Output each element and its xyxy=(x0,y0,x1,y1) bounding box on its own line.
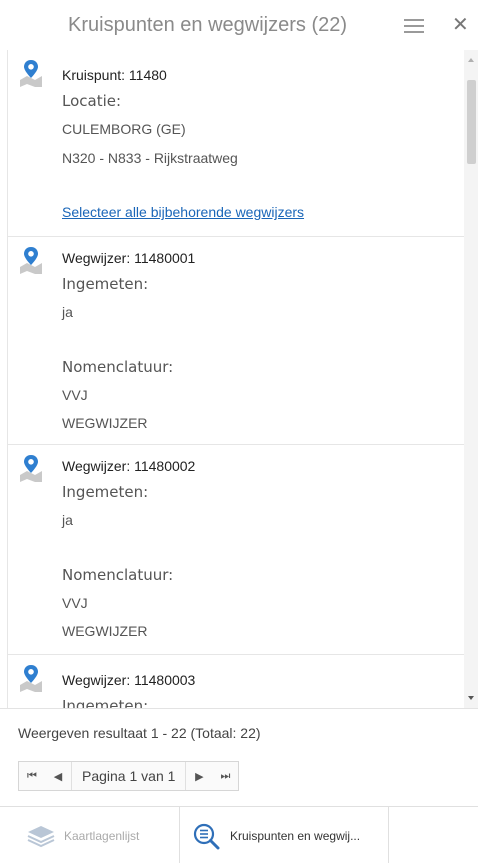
map-pin-icon xyxy=(20,60,42,87)
pager: ⏮ ◀ Pagina 1 van 1 ▶ ⏭ xyxy=(18,761,240,791)
list-item[interactable]: Kruispunt: 11480 Locatie: CULEMBORG (GE)… xyxy=(8,50,465,237)
item-value: N320 - N833 - Rijkstraatweg xyxy=(62,150,238,166)
item-title: Kruispunt: 11480 xyxy=(62,67,167,83)
page-indicator: Pagina 1 van 1 xyxy=(71,762,187,790)
item-label: Nomenclatuur: xyxy=(62,358,174,376)
search-list-icon xyxy=(193,823,220,850)
bottom-tabs: Kaartlagenlijst Kruispunten en wegwij... xyxy=(0,806,478,863)
list-item[interactable]: Wegwijzer: 11480001 Ingemeten: ja Nomenc… xyxy=(8,237,465,445)
last-page-button[interactable]: ⏭ xyxy=(212,762,238,790)
list-item[interactable]: Wegwijzer: 11480003 Ingemeten: xyxy=(8,655,465,708)
item-value: CULEMBORG (GE) xyxy=(62,121,186,137)
first-page-button[interactable]: ⏮ xyxy=(19,762,45,790)
item-title: Wegwijzer: 11480002 xyxy=(62,458,196,474)
result-count: Weergeven resultaat 1 - 22 (Totaal: 22) xyxy=(18,725,261,741)
item-value: ja xyxy=(62,512,73,528)
tab-label: Kaartlagenlijst xyxy=(64,829,140,843)
prev-page-button[interactable]: ◀ xyxy=(45,762,71,790)
menu-icon[interactable] xyxy=(404,19,424,33)
scrollbar[interactable] xyxy=(464,50,478,708)
item-label: Nomenclatuur: xyxy=(62,566,174,584)
panel-footer: Weergeven resultaat 1 - 22 (Totaal: 22) … xyxy=(0,708,478,863)
select-signposts-link[interactable]: Selecteer alle bijbehorende wegwijzers xyxy=(62,204,304,220)
item-value: ja xyxy=(62,304,73,320)
item-label: Ingemeten: xyxy=(62,275,149,293)
next-page-button[interactable]: ▶ xyxy=(186,762,212,790)
close-icon[interactable]: ✕ xyxy=(452,12,469,37)
item-label: Ingemeten: xyxy=(62,483,149,501)
item-title: Wegwijzer: 11480003 xyxy=(62,672,196,688)
scroll-down-icon[interactable] xyxy=(468,696,474,700)
layers-icon xyxy=(27,826,55,848)
tab-label: Kruispunten en wegwij... xyxy=(230,829,361,843)
list-item[interactable]: Wegwijzer: 11480002 Ingemeten: ja Nomenc… xyxy=(8,445,465,655)
result-list[interactable]: Kruispunt: 11480 Locatie: CULEMBORG (GE)… xyxy=(7,50,478,708)
tab-kaartlagenlijst[interactable]: Kaartlagenlijst xyxy=(18,807,180,863)
map-pin-icon xyxy=(20,247,42,274)
scrollbar-thumb[interactable] xyxy=(467,80,476,164)
item-value: WEGWIJZER xyxy=(62,623,148,639)
item-value: VVJ xyxy=(62,595,88,611)
item-value: VVJ xyxy=(62,387,88,403)
map-pin-icon xyxy=(20,455,42,482)
scroll-up-icon[interactable] xyxy=(468,58,474,62)
tab-kruispunten[interactable]: Kruispunten en wegwij... xyxy=(180,807,389,863)
item-label: Ingemeten: xyxy=(62,697,149,708)
item-title: Wegwijzer: 11480001 xyxy=(62,250,196,266)
item-value: WEGWIJZER xyxy=(62,415,148,431)
panel-title: Kruispunten en wegwijzers (22) xyxy=(68,14,348,36)
item-label: Locatie: xyxy=(62,92,122,110)
map-pin-icon xyxy=(20,665,42,692)
panel-header: Kruispunten en wegwijzers (22) ✕ xyxy=(0,0,478,50)
